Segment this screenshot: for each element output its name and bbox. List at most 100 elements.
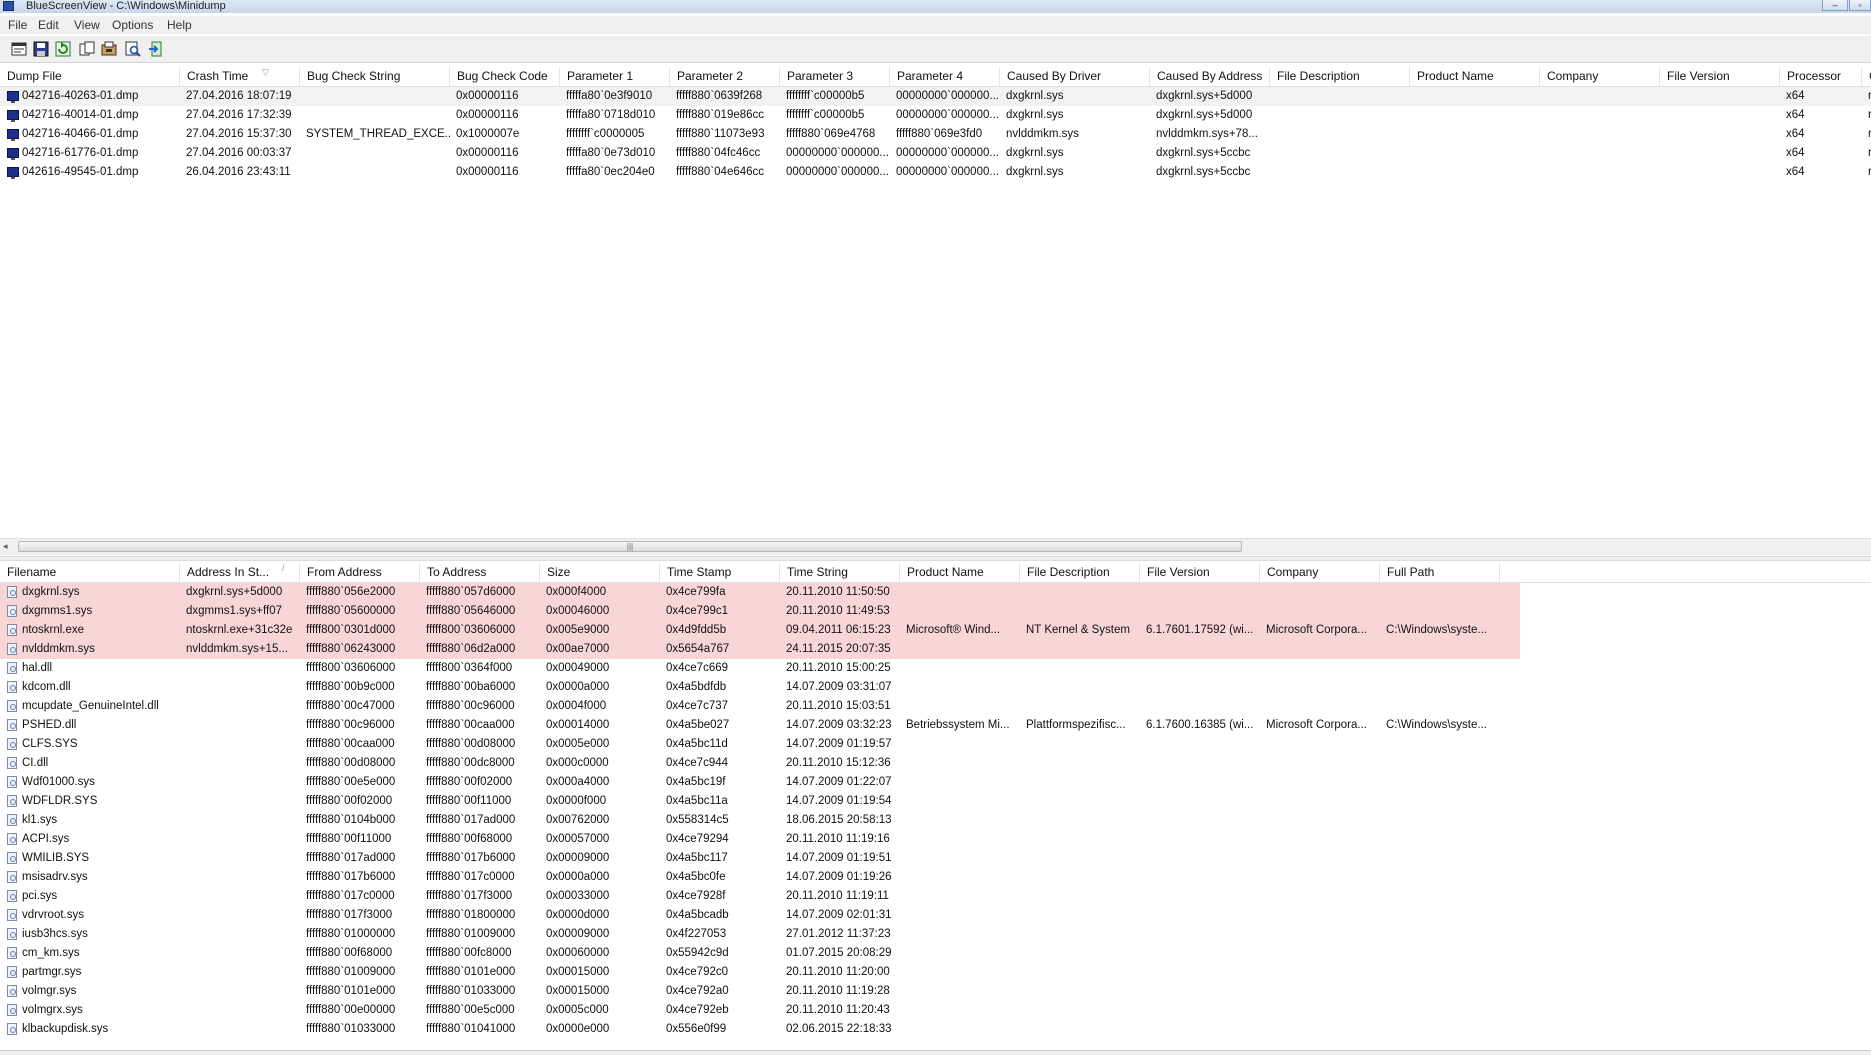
column-header-caused-by-address[interactable]: Caused By Address bbox=[1150, 67, 1270, 86]
table-row[interactable]: 042616-49545-01.dmp 26.04.2016 23:43:11 0x… bbox=[0, 163, 1871, 182]
table-row[interactable]: mcupdate_GenuineIntel.dll fffff880`00c470… bbox=[0, 697, 1871, 716]
table-row[interactable]: iusb3hcs.sys fffff880`01000000 fffff880`01… bbox=[0, 925, 1871, 944]
table-row[interactable]: WMILIB.SYS fffff880`017ad000 fffff880`017b… bbox=[0, 849, 1871, 868]
column-header-full-path[interactable]: Full Path bbox=[1380, 563, 1500, 582]
column-header-size[interactable]: Size bbox=[540, 563, 660, 582]
table-row[interactable]: Wdf01000.sys fffff880`00e5e000 fffff880`00… bbox=[0, 773, 1871, 792]
column-header-file-version[interactable]: File Version bbox=[1140, 563, 1260, 582]
table-row[interactable]: kdcom.dll fffff880`00b9c000 fffff880`00ba6… bbox=[0, 678, 1871, 697]
table-row[interactable]: vdrvroot.sys fffff880`017f3000 fffff880`01… bbox=[0, 906, 1871, 925]
cell-from-address: fffff880`06243000 bbox=[306, 643, 396, 655]
column-header-parameter-4[interactable]: Parameter 4 bbox=[890, 67, 1000, 86]
table-row[interactable]: ntoskrnl.exe ntoskrnl.exe+31c32e fffff800`… bbox=[0, 621, 1871, 640]
drivers-list[interactable]: Filename Address In St... From Address To A… bbox=[0, 563, 1871, 1050]
cell-to-address: fffff880`00ba6000 bbox=[426, 681, 516, 693]
save-icon[interactable] bbox=[33, 41, 49, 57]
column-header-processor[interactable]: Processor bbox=[1780, 67, 1862, 86]
table-row[interactable]: klbackupdisk.sys fffff880`01033000 fffff88… bbox=[0, 1020, 1871, 1039]
menu-options[interactable]: Options bbox=[112, 18, 153, 32]
table-row[interactable]: 042716-40466-01.dmp 27.04.2016 15:37:30 SY… bbox=[0, 125, 1871, 144]
exit-icon[interactable] bbox=[148, 41, 164, 57]
cell-size: 0x0000e000 bbox=[546, 1023, 610, 1035]
cell-time-stamp: 0x4ce792c0 bbox=[666, 966, 729, 978]
cell-product-name bbox=[900, 811, 1020, 830]
cell-time-stamp: 0x4ce799fa bbox=[666, 586, 726, 598]
properties-icon[interactable] bbox=[11, 41, 27, 57]
refresh-icon[interactable] bbox=[55, 41, 71, 57]
cell-parameter-4: 00000000`000000... bbox=[896, 166, 999, 178]
menu-help[interactable]: Help bbox=[167, 18, 192, 32]
table-row[interactable]: pci.sys fffff880`017c0000 fffff880`017f300… bbox=[0, 887, 1871, 906]
column-header-product-name[interactable]: Product Name bbox=[900, 563, 1020, 582]
table-row[interactable]: nvlddmkm.sys nvlddmkm.sys+15... fffff880`0… bbox=[0, 640, 1871, 659]
table-row[interactable]: ACPI.sys fffff880`00f11000 fffff880`00f680… bbox=[0, 830, 1871, 849]
cell-caused-by-address: dxgkrnl.sys+5ccbc bbox=[1156, 147, 1251, 159]
cell-address-in-st bbox=[180, 1020, 300, 1039]
table-row[interactable]: cm_km.sys fffff880`00f68000 fffff880`00fc8… bbox=[0, 944, 1871, 963]
column-header-parameter-3[interactable]: Parameter 3 bbox=[780, 67, 890, 86]
find-icon[interactable] bbox=[125, 41, 141, 57]
column-header-company[interactable]: Company bbox=[1260, 563, 1380, 582]
cell-full-path bbox=[1380, 659, 1500, 678]
cell-time-stamp: 0x558314c5 bbox=[666, 814, 729, 826]
table-row[interactable]: dxgmms1.sys dxgmms1.sys+ff07 fffff880`0560… bbox=[0, 602, 1871, 621]
table-row[interactable]: 042716-40263-01.dmp 27.04.2016 18:07:19 0x… bbox=[0, 87, 1871, 106]
cell-file-version bbox=[1140, 754, 1260, 773]
cell-parameter-1: fffffa80`0718d010 bbox=[566, 109, 656, 121]
column-header-time-string[interactable]: Time String bbox=[780, 563, 900, 582]
column-header-caused-by-driver[interactable]: Caused By Driver bbox=[1000, 67, 1150, 86]
table-row[interactable]: CLFS.SYS fffff880`00caa000 fffff880`00d080… bbox=[0, 735, 1871, 754]
column-header-company[interactable]: Company bbox=[1540, 67, 1660, 86]
html-report-icon[interactable] bbox=[101, 41, 117, 57]
cell-time-string: 20.11.2010 15:03:51 bbox=[786, 700, 891, 712]
column-header-time-stamp[interactable]: Time Stamp bbox=[660, 563, 780, 582]
column-header-bug-check-string[interactable]: Bug Check String bbox=[300, 67, 450, 86]
cell-parameter-4: 00000000`000000... bbox=[896, 90, 999, 102]
copy-icon[interactable] bbox=[79, 41, 95, 57]
column-header-file-description[interactable]: File Description bbox=[1270, 67, 1410, 86]
table-row[interactable]: volmgrx.sys fffff880`00e00000 fffff880`00e… bbox=[0, 1001, 1871, 1020]
minimize-icon[interactable]: – bbox=[1822, 0, 1848, 11]
menu-edit[interactable]: Edit bbox=[38, 18, 59, 32]
table-row[interactable]: CI.dll fffff880`00d08000 fffff880`00dc8000… bbox=[0, 754, 1871, 773]
column-header-c[interactable]: C bbox=[1862, 67, 1871, 86]
column-header-filename[interactable]: Filename bbox=[0, 563, 180, 582]
cell-company bbox=[1540, 144, 1660, 163]
pane-splitter[interactable] bbox=[0, 556, 1871, 561]
column-header-file-version[interactable]: File Version bbox=[1660, 67, 1780, 86]
column-header-parameter-2[interactable]: Parameter 2 bbox=[670, 67, 780, 86]
top-horizontal-scrollbar[interactable]: ◂ ||| bbox=[0, 538, 1871, 555]
cell-crash-time: 27.04.2016 18:07:19 bbox=[186, 90, 292, 102]
column-header-bug-check-code[interactable]: Bug Check Code bbox=[450, 67, 560, 86]
table-row[interactable]: partmgr.sys fffff880`01009000 fffff880`010… bbox=[0, 963, 1871, 982]
table-row[interactable]: kl1.sys fffff880`0104b000 fffff880`017ad00… bbox=[0, 811, 1871, 830]
sort-indicator-icon: / bbox=[282, 563, 285, 573]
cell-dump-file: 042616-49545-01.dmp bbox=[22, 166, 139, 178]
dump-files-list[interactable]: Dump File Crash Time Bug Check String Bug C… bbox=[0, 67, 1871, 538]
column-header-from-address[interactable]: From Address bbox=[300, 563, 420, 582]
window-title: BlueScreenView - C:\Windows\Minidump bbox=[26, 0, 226, 12]
cell-product-name bbox=[1410, 106, 1540, 125]
scroll-left-icon[interactable]: ◂ bbox=[3, 541, 8, 552]
column-header-dump-file[interactable]: Dump File bbox=[0, 67, 180, 86]
column-header-product-name[interactable]: Product Name bbox=[1410, 67, 1540, 86]
cell-full-path bbox=[1380, 868, 1500, 887]
table-row[interactable]: WDFLDR.SYS fffff880`00f02000 fffff880`00f1… bbox=[0, 792, 1871, 811]
table-row[interactable]: volmgr.sys fffff880`0101e000 fffff880`0103… bbox=[0, 982, 1871, 1001]
maximize-icon[interactable]: ▫ bbox=[1849, 0, 1871, 11]
cell-address-in-st bbox=[180, 792, 300, 811]
menu-file[interactable]: File bbox=[8, 18, 27, 32]
cell-company bbox=[1540, 106, 1660, 125]
scrollbar-thumb[interactable]: ||| bbox=[18, 541, 1242, 552]
table-row[interactable]: 042716-40014-01.dmp 27.04.2016 17:32:39 0x… bbox=[0, 106, 1871, 125]
table-row[interactable]: 042716-61776-01.dmp 27.04.2016 00:03:37 0x… bbox=[0, 144, 1871, 163]
table-row[interactable]: dxgkrnl.sys dxgkrnl.sys+5d000 fffff880`056… bbox=[0, 583, 1871, 602]
menu-view[interactable]: View bbox=[74, 18, 100, 32]
column-header-parameter-1[interactable]: Parameter 1 bbox=[560, 67, 670, 86]
column-header-file-description[interactable]: File Description bbox=[1020, 563, 1140, 582]
table-row[interactable]: PSHED.dll fffff880`00c96000 fffff880`00caa… bbox=[0, 716, 1871, 735]
column-header-to-address[interactable]: To Address bbox=[420, 563, 540, 582]
table-row[interactable]: hal.dll fffff800`03606000 fffff800`0364f00… bbox=[0, 659, 1871, 678]
table-row[interactable]: msisadrv.sys fffff880`017b6000 fffff880`01… bbox=[0, 868, 1871, 887]
column-header-crash-time[interactable]: Crash Time bbox=[180, 67, 300, 86]
